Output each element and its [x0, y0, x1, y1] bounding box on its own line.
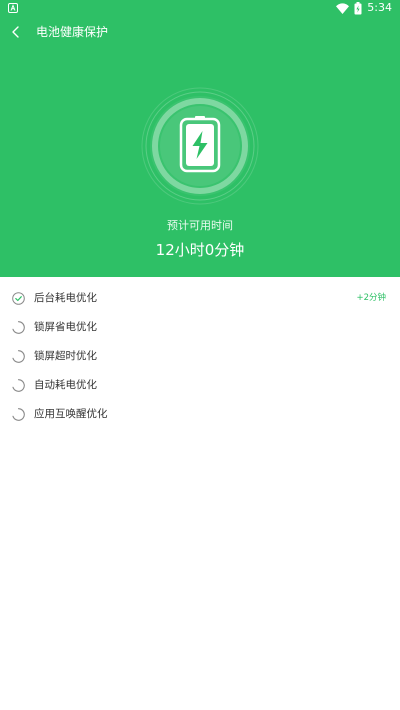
estimate-value: 12小时0分钟 [155, 241, 245, 259]
list-item-auto-drain: 自动耗电优化 [0, 371, 400, 400]
wifi-icon [336, 2, 350, 14]
list-item-lockscreen-timeout: 锁屏超时优化 [0, 342, 400, 371]
task-label: 后台耗电优化 [34, 292, 97, 304]
app-bar: 电池健康保护 [0, 16, 400, 48]
page-title: 电池健康保护 [36, 25, 109, 39]
loading-spinner-icon [12, 408, 25, 421]
optimization-task-list: 后台耗电优化 +2分钟 锁屏省电优化 锁屏超时优化 自动耗电优化 应用互唤醒优化 [0, 284, 400, 429]
battery-health-screen: 5:34 电池健康保护 预计可用时间 12小时0分钟 后台耗电优化 +2分钟 锁… [0, 0, 400, 710]
status-bar: 5:34 [0, 0, 400, 16]
clock: 5:34 [367, 1, 392, 14]
list-item-background-drain: 后台耗电优化 +2分钟 [0, 284, 400, 313]
status-right: 5:34 [336, 1, 392, 15]
check-circle-icon [12, 292, 25, 305]
chevron-left-icon [12, 26, 19, 38]
battery-charging-icon [354, 1, 362, 14]
list-item-lockscreen-power: 锁屏省电优化 [0, 313, 400, 342]
list-item-app-wakeup: 应用互唤醒优化 [0, 400, 400, 429]
task-label: 锁屏省电优化 [34, 321, 97, 333]
task-label: 锁屏超时优化 [34, 350, 97, 362]
loading-spinner-icon [12, 379, 25, 392]
estimate-label: 预计可用时间 [167, 219, 233, 232]
battery-charging-graphic [141, 87, 259, 205]
notification-a-icon [8, 3, 18, 13]
task-label: 自动耗电优化 [34, 379, 97, 391]
task-label: 应用互唤醒优化 [34, 408, 108, 420]
header-hero: 5:34 电池健康保护 预计可用时间 12小时0分钟 [0, 0, 400, 277]
task-gain: +2分钟 [356, 293, 386, 303]
back-button[interactable] [4, 20, 28, 44]
loading-spinner-icon [12, 321, 25, 334]
loading-spinner-icon [12, 350, 25, 363]
